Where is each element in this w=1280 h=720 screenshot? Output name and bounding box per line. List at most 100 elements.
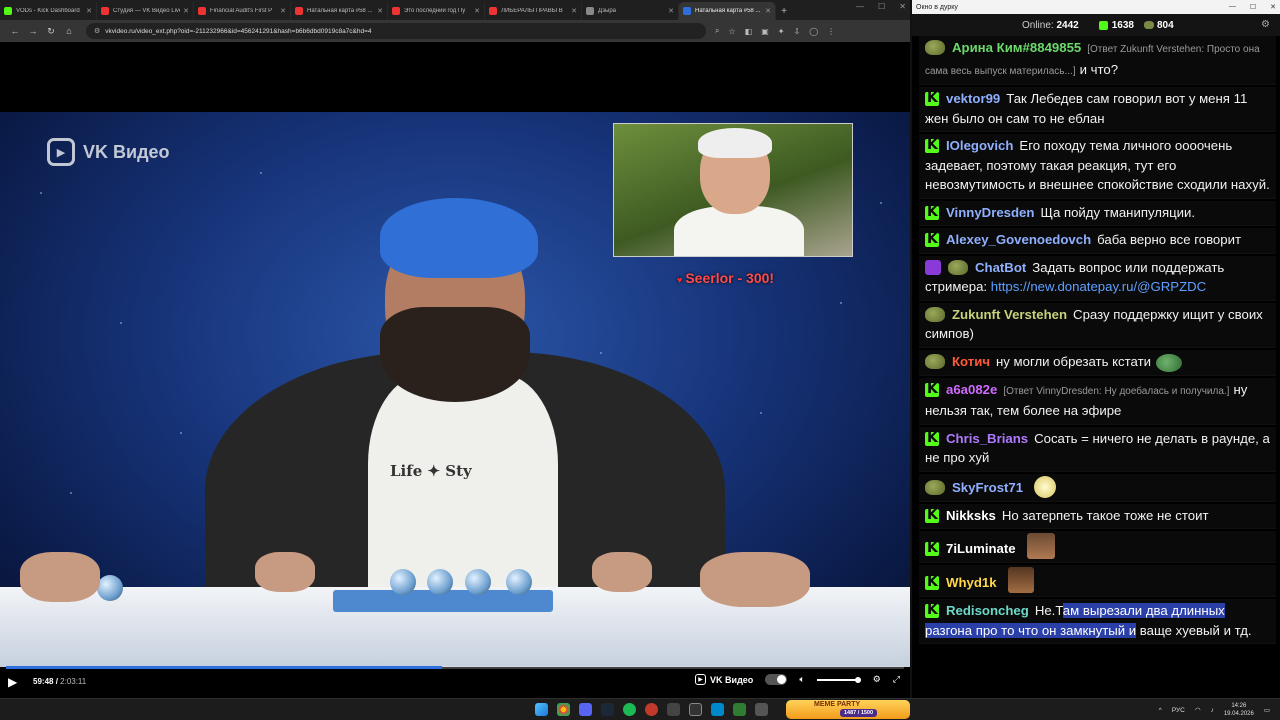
chat-username[interactable]: Котич [952,354,990,369]
app-icon[interactable] [733,703,746,716]
chat-message: Chris_BriansСосать = ничего не делать в … [919,426,1276,472]
minimize-icon[interactable]: — [1229,3,1236,11]
video-frame[interactable]: ▶ VK Видео Life ✦ Sty ♥ Seerlor - 300! [0,112,910,667]
tab-close-icon[interactable]: ✕ [86,7,92,15]
browser-tab[interactable]: Financial Audit's First P ✕ [194,2,291,20]
chat-username[interactable]: ChatBot [975,260,1026,275]
app-icon[interactable] [755,703,768,716]
profile-icon[interactable]: ◯ [809,27,818,36]
minimize-icon[interactable]: — [856,2,864,11]
play-icon[interactable]: ▶ [8,675,17,689]
clock[interactable]: 14:26 19.04.2026 [1224,702,1254,718]
app-icon[interactable] [645,703,658,716]
autoplay-toggle[interactable] [765,674,788,685]
vk-video-link[interactable]: ▶ VK Видео [695,674,753,685]
meme-party-progress: 1487 / 1500 [840,709,878,717]
volume-icon[interactable]: ♪ [1211,707,1214,714]
tab-close-icon[interactable]: ✕ [571,7,577,15]
reload-icon[interactable]: ↻ [42,26,60,37]
chat-username[interactable]: Арина Ким#8849855 [952,40,1081,55]
obs-icon[interactable] [689,703,702,716]
close-icon[interactable]: ✕ [899,2,906,11]
chat-message: ChatBot Задать вопрос или поддержать стри… [919,255,1276,301]
settings-icon[interactable]: ⚙ [1261,19,1270,30]
discord-icon[interactable] [579,703,592,716]
browser-tab[interactable]: Натальная карта #58 ... ✕ [679,2,776,20]
extension-icon[interactable]: ▣ [761,27,769,36]
system-tray: ^ РУС ◠ ♪ 14:26 19.04.2026 ▭ [1159,702,1270,718]
chat-username[interactable]: a6a082e [946,382,997,397]
tab-close-icon[interactable]: ✕ [668,7,674,15]
maximize-icon[interactable]: ☐ [878,2,885,11]
menu-icon[interactable]: ⋮ [827,27,835,36]
tab-favicon-icon [295,7,303,15]
chat-window-title: Окно в дурку [916,3,958,11]
tab-title: Натальная карта #58 ... [695,8,761,14]
meme-party-widget[interactable]: MEME PARTY 1487 / 1500 [786,700,910,719]
chat-username[interactable]: Whyd1k [946,575,997,590]
site-info-icon[interactable]: ⚙ [94,27,100,35]
clock-time: 14:26 [1231,703,1247,709]
tab-close-icon[interactable]: ✕ [280,7,286,15]
tab-close-icon[interactable]: ✕ [377,7,383,15]
chat-username[interactable]: Alexey_Govenoedovch [946,232,1091,247]
fullscreen-icon[interactable]: ⤢ [893,674,900,685]
close-icon[interactable]: ✕ [1270,3,1276,11]
tab-close-icon[interactable]: ✕ [765,7,771,15]
tab-close-icon[interactable]: ✕ [474,7,480,15]
settings-icon[interactable]: ⚙ [873,674,881,685]
chat-message: a6a082e [Ответ VinnyDresden: Ну доебалась… [919,377,1276,425]
browser-tab[interactable]: ЛИБЕРАЛЫ ПРАВЫ В ✕ [485,2,582,20]
telegram-icon[interactable] [711,703,724,716]
back-icon[interactable]: ← [6,26,24,36]
message-link[interactable]: https://new.donatepay.ru/@GRPZDC [991,279,1206,294]
steam-icon[interactable] [601,703,614,716]
app-icon[interactable] [667,703,680,716]
chat-username[interactable]: Redisoncheg [946,603,1029,618]
browser-tab[interactable]: Это последний год Пу ✕ [388,2,485,20]
browser-tab[interactable]: Натальная карта #58 ... ✕ [291,2,388,20]
chat-username[interactable]: IOlegovich [946,138,1013,153]
pepe-emote-icon [1155,353,1182,372]
chat-username[interactable]: vektor99 [946,91,1000,106]
address-bar[interactable]: ⚙ vkvideo.ru/video_ext.php?oid=-21123296… [86,23,706,39]
extension-icon[interactable]: ◧ [745,27,753,36]
tab-title: Это последний год Пу [404,8,466,14]
chrome-icon[interactable] [557,703,570,716]
chat-username[interactable]: Zukunft Verstehen [952,307,1067,322]
tab-title: Натальная карта #58 ... [307,8,373,14]
tab-close-icon[interactable]: ✕ [183,7,189,15]
notifications-icon[interactable]: ▭ [1264,706,1270,714]
guest-hand [700,552,810,607]
new-tab-button[interactable]: + [776,2,792,20]
browser-tab[interactable]: VODs - Kick Dashboard ✕ [0,2,97,20]
browser-tab[interactable]: Студия — VK Видео Live ✕ [97,2,194,20]
tray-chevron-icon[interactable]: ^ [1159,707,1162,714]
browser-tab[interactable]: Дзыра ✕ [582,2,679,20]
reply-quote: [Ответ VinnyDresden: Ну доебалась и полу… [1003,385,1230,397]
download-icon[interactable]: ⇩ [793,27,800,36]
network-icon[interactable]: ◠ [1195,706,1201,714]
message-text: Ща пойду тманипуляции. [1040,204,1196,220]
chat-username[interactable]: 7iLuminate [946,541,1016,556]
start-icon[interactable] [535,703,548,716]
volume-icon[interactable]: 🔈︎ [799,674,804,685]
chat-username[interactable]: Nikksks [946,508,996,523]
time-display: 59:48 / 2:03:11 [33,677,87,686]
progress-bar[interactable] [6,666,904,669]
chat-username[interactable]: Chris_Brians [946,431,1028,446]
chat-username[interactable]: SkyFrost71 [952,480,1023,495]
forward-icon[interactable]: → [24,26,42,36]
home-icon[interactable]: ⌂ [60,26,78,36]
chat-username[interactable]: VinnyDresden [946,205,1034,220]
bookmark-star-icon[interactable]: ☆ [728,27,735,36]
tab-title: VODs - Kick Dashboard [16,8,80,14]
language-indicator[interactable]: РУС [1172,707,1185,714]
message-text: Но затерпеть такое тоже не стоит [1001,507,1209,523]
spotify-icon[interactable] [623,703,636,716]
maximize-icon[interactable]: ☐ [1250,3,1256,11]
video-player[interactable]: ▶ VK Видео Life ✦ Sty ♥ Seerlor - 300! ▶… [0,42,910,698]
extensions-puzzle-icon[interactable]: ✦ [778,27,785,36]
zoom-icon[interactable]: ⌕ [715,26,719,36]
volume-slider[interactable] [816,676,861,683]
